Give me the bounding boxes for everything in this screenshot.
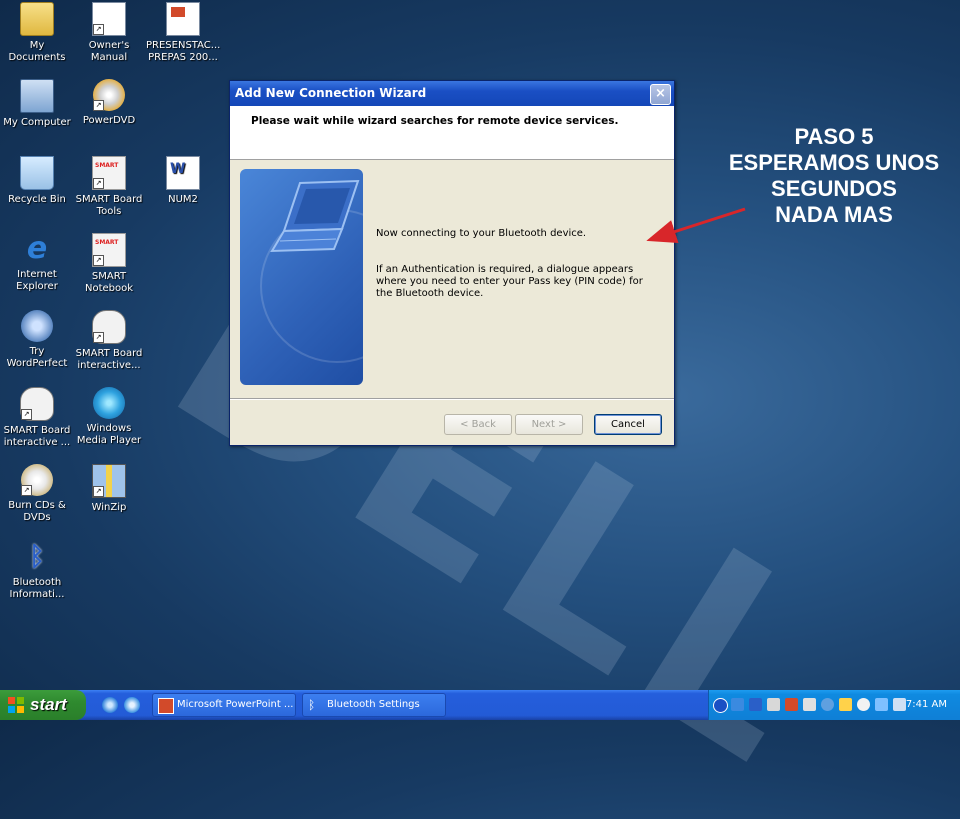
desktop-icon-try-wordperfect[interactable]: Try WordPerfect bbox=[0, 310, 74, 370]
internet-explorer-quicklaunch-icon[interactable] bbox=[102, 697, 118, 713]
cd-icon: ↗ bbox=[21, 464, 53, 496]
taskbar: start Microsoft PowerPoint ... ᛒ Bluetoo… bbox=[0, 690, 960, 720]
desktop-icon-label: My Documents bbox=[8, 40, 66, 63]
system-tray: 7:41 AM bbox=[708, 690, 960, 720]
taskbar-button-powerpoint[interactable]: Microsoft PowerPoint ... bbox=[152, 693, 296, 717]
desktop-icon-label: SMART Board Tools bbox=[75, 194, 143, 217]
desktop-icon-label: Owner's Manual bbox=[88, 40, 130, 63]
cancel-button[interactable]: Cancel bbox=[594, 414, 662, 435]
close-button[interactable]: × bbox=[650, 84, 671, 105]
desktop-icon-burn-cds[interactable]: ↗ Burn CDs & DVDs bbox=[0, 464, 74, 524]
desktop-icon-bluetooth-information[interactable]: ᛒ Bluetooth Informati... bbox=[0, 541, 74, 601]
bluetooth-tray-icon[interactable] bbox=[749, 698, 762, 711]
word-document-icon bbox=[166, 156, 200, 190]
wizard-body: Now connecting to your Bluetooth device.… bbox=[230, 160, 674, 398]
powerpoint-icon bbox=[166, 2, 200, 36]
recycle-bin-icon bbox=[20, 156, 54, 190]
powerpoint-icon bbox=[158, 698, 174, 714]
taskbar-button-label: Bluetooth Settings bbox=[327, 699, 420, 710]
desktop-icon-winzip[interactable]: ↗ WinZip bbox=[72, 464, 146, 514]
desktop-icon-label: SMART Board interactive ... bbox=[3, 425, 71, 448]
desktop-icon-smart-board-interactive-1[interactable]: ↗ SMART Board interactive... bbox=[72, 310, 146, 372]
add-connection-wizard-dialog: Add New Connection Wizard × Please wait … bbox=[229, 80, 675, 446]
desktop-icon-num2[interactable]: NUM2 bbox=[146, 156, 220, 206]
mouse-icon: ↗ bbox=[20, 387, 54, 421]
close-icon: × bbox=[655, 86, 666, 101]
wizard-footer: < Back Next > Cancel bbox=[230, 398, 674, 446]
desktop-icon-internet-explorer[interactable]: e Internet Explorer bbox=[0, 233, 74, 293]
desktop-icon-label: WinZip bbox=[91, 502, 127, 513]
desktop-icon-label: Recycle Bin bbox=[8, 194, 66, 205]
desktop-icon-windows-media-player[interactable]: Windows Media Player bbox=[72, 387, 146, 447]
wizard-message: Now connecting to your Bluetooth device.… bbox=[376, 228, 661, 324]
connecting-message: Now connecting to your Bluetooth device. bbox=[376, 228, 587, 239]
media-tray-icon[interactable] bbox=[821, 698, 834, 711]
desktop-icon-presentation[interactable]: PRESENSTAC... PREPAS 200... bbox=[146, 2, 220, 64]
back-button[interactable]: < Back bbox=[444, 414, 512, 435]
display-icon[interactable] bbox=[767, 698, 780, 711]
desktop-icon-smart-board-tools[interactable]: ↗ SMART Board Tools bbox=[72, 156, 146, 218]
desktop-icon-label: My Computer bbox=[3, 117, 71, 128]
desktop-icon-label: Bluetooth Informati... bbox=[9, 577, 65, 600]
wordperfect-icon bbox=[21, 310, 53, 342]
desktop-icon-smart-board-interactive-2[interactable]: ↗ SMART Board interactive ... bbox=[0, 387, 74, 449]
wizard-side-graphic bbox=[240, 169, 363, 385]
desktop-icon-smart-notebook[interactable]: ↗ SMART Notebook bbox=[72, 233, 146, 295]
annotation-step: PASO 5 bbox=[794, 124, 874, 149]
taskbar-button-label: Microsoft PowerPoint ... bbox=[177, 699, 294, 710]
bluetooth-icon: ᛒ bbox=[308, 698, 316, 712]
next-button[interactable]: Next > bbox=[515, 414, 583, 435]
start-label: start bbox=[30, 695, 67, 714]
instruction-annotation: PASO 5 ESPERAMOS UNOS SEGUNDOS NADA MAS bbox=[700, 124, 960, 228]
desktop-icon-my-documents[interactable]: My Documents bbox=[0, 2, 74, 64]
annotation-line: SEGUNDOS bbox=[771, 176, 897, 201]
bluetooth-icon: ᛒ bbox=[29, 542, 45, 572]
computer-icon bbox=[20, 79, 54, 113]
browser-quicklaunch-icon[interactable] bbox=[124, 697, 140, 713]
desktop-icon-owners-manual[interactable]: ↗ Owner's Manual bbox=[72, 2, 146, 64]
winzip-icon: ↗ bbox=[92, 464, 126, 498]
desktop-icon-label: Burn CDs & DVDs bbox=[8, 500, 66, 523]
authentication-message: If an Authentication is required, a dial… bbox=[376, 264, 643, 299]
smart-board-icon: ↗ bbox=[92, 156, 126, 190]
volume-icon[interactable] bbox=[893, 698, 906, 711]
desktop-icon-label: PowerDVD bbox=[82, 115, 136, 126]
desktop-icon-my-computer[interactable]: My Computer bbox=[0, 79, 74, 129]
wizard-title: Add New Connection Wizard bbox=[235, 86, 427, 100]
desktop-icon-label: PRESENSTAC... PREPAS 200... bbox=[146, 40, 221, 63]
document-icon: ↗ bbox=[92, 2, 126, 36]
wireless-icon[interactable] bbox=[875, 698, 888, 711]
network-icon[interactable] bbox=[731, 698, 744, 711]
desktop-icon-label: NUM2 bbox=[168, 194, 198, 205]
wizard-titlebar[interactable]: Add New Connection Wizard × bbox=[230, 81, 674, 106]
desktop-icon-label: SMART Board interactive... bbox=[75, 348, 143, 371]
dvd-icon: ↗ bbox=[93, 79, 125, 111]
desktop-icon-powerdvd[interactable]: ↗ PowerDVD bbox=[72, 79, 146, 127]
mouse-icon: ↗ bbox=[92, 310, 126, 344]
chevron-left-icon[interactable] bbox=[713, 698, 728, 713]
device-icon[interactable] bbox=[803, 698, 816, 711]
security-icon[interactable] bbox=[839, 698, 852, 711]
annotation-line: ESPERAMOS UNOS bbox=[728, 150, 940, 175]
update-icon[interactable] bbox=[857, 698, 870, 711]
taskbar-button-bluetooth-settings[interactable]: ᛒ Bluetooth Settings bbox=[302, 693, 446, 717]
desktop-icon-label: Try WordPerfect bbox=[6, 346, 68, 369]
desktop-icon-label: SMART Notebook bbox=[84, 271, 134, 294]
internet-explorer-icon: e bbox=[26, 231, 48, 266]
wizard-header-text: Please wait while wizard searches for re… bbox=[251, 115, 619, 127]
desktop-icon-recycle-bin[interactable]: Recycle Bin bbox=[0, 156, 74, 206]
smart-tray-icon[interactable] bbox=[785, 698, 798, 711]
desktop-icon-label: Internet Explorer bbox=[16, 269, 58, 292]
windows-logo-icon bbox=[8, 697, 24, 713]
folder-icon bbox=[20, 2, 54, 36]
start-button[interactable]: start bbox=[0, 690, 86, 720]
media-player-icon bbox=[93, 387, 125, 419]
laptop-icon bbox=[270, 179, 360, 253]
clock[interactable]: 7:41 AM bbox=[906, 690, 947, 720]
wizard-header: Please wait while wizard searches for re… bbox=[230, 106, 674, 160]
smart-notebook-icon: ↗ bbox=[92, 233, 126, 267]
annotation-line: NADA MAS bbox=[775, 202, 893, 227]
desktop-icon-label: Windows Media Player bbox=[76, 423, 142, 446]
